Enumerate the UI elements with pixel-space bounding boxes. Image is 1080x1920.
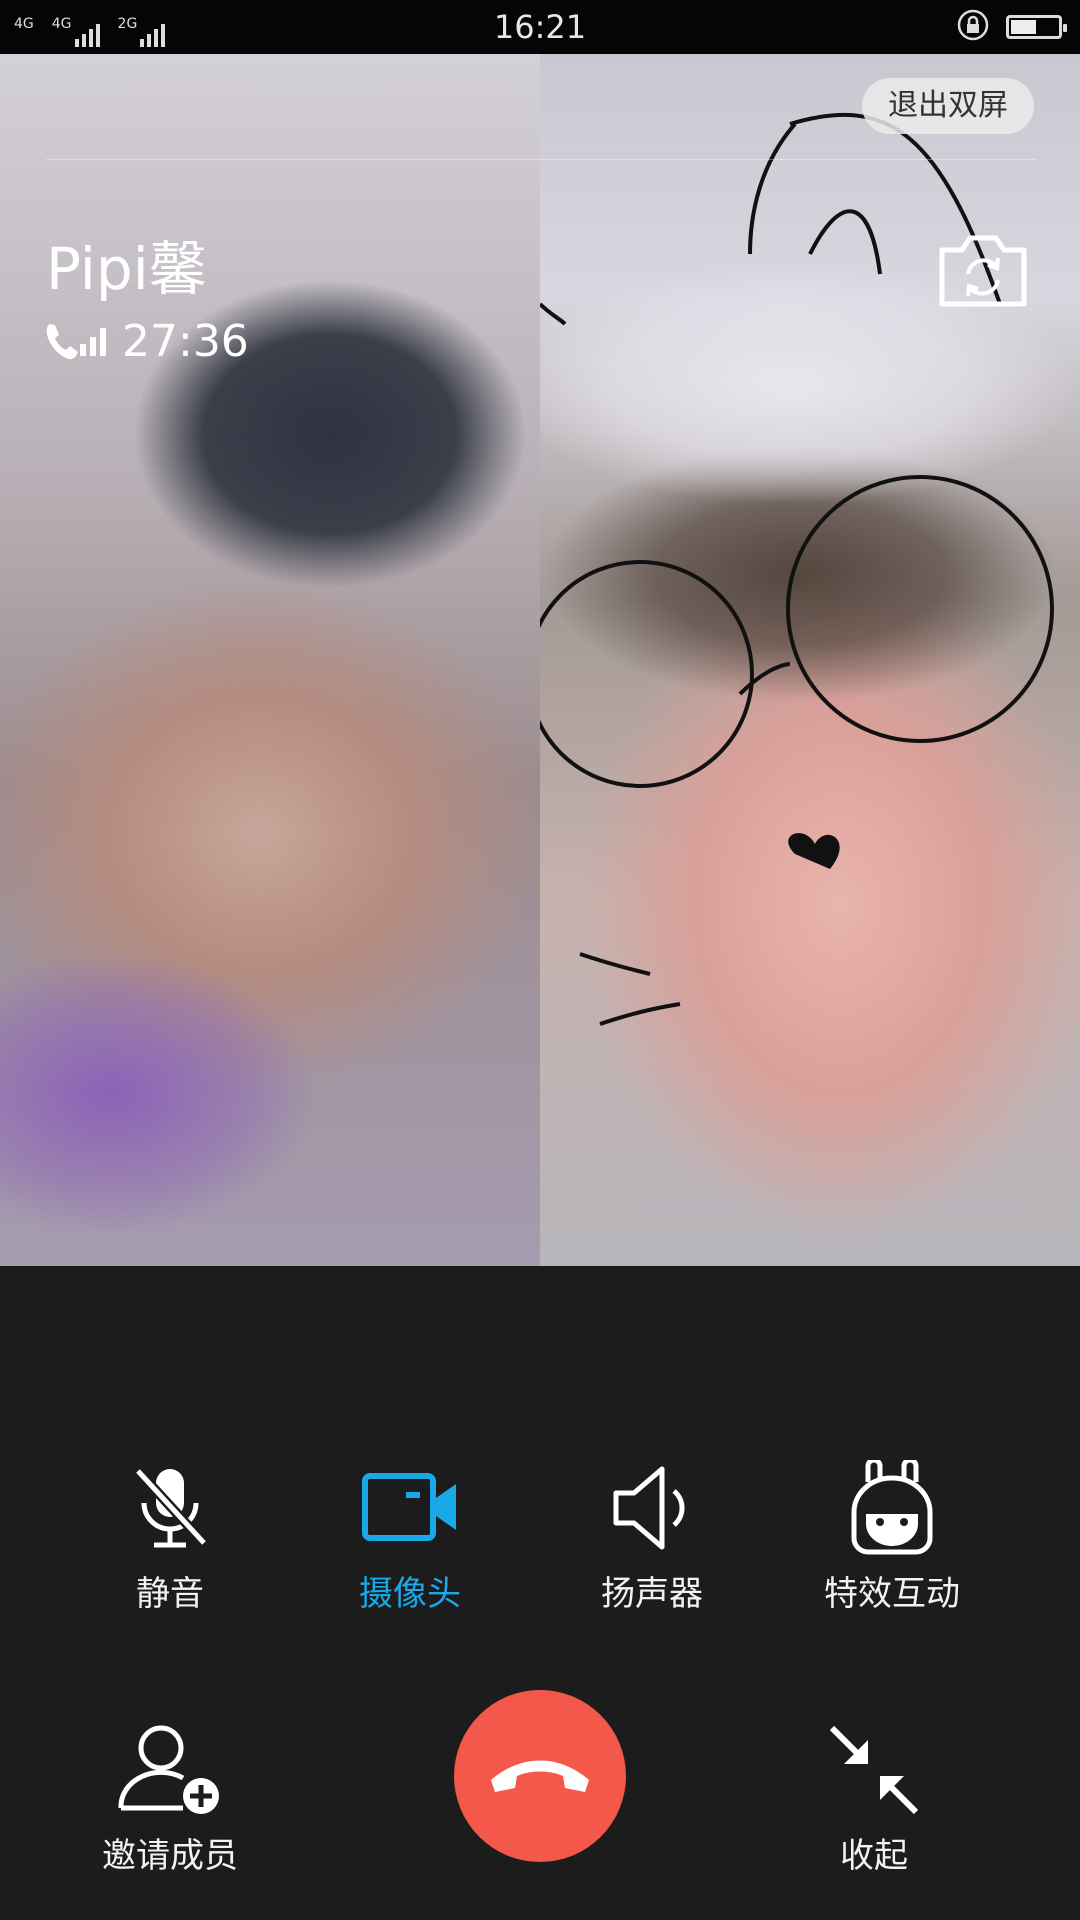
speaker-button[interactable]: 扬声器 [554,1460,750,1615]
mute-button[interactable]: 静音 [72,1460,268,1615]
speaker-label: 扬声器 [601,1574,703,1614]
collapse-icon [776,1722,972,1818]
battery-icon [1006,15,1067,39]
video-camera-icon [312,1460,508,1556]
camera-label: 摄像头 [359,1574,461,1614]
hangup-icon [485,1750,595,1802]
call-signal-icon [44,320,110,364]
invite-member-icon [72,1722,268,1818]
call-status: 27:36 [44,316,249,367]
caller-name: Pipi馨 [46,235,207,303]
collapse-button[interactable]: 收起 [776,1722,972,1877]
invite-member-button[interactable]: 邀请成员 [72,1722,268,1877]
effects-label: 特效互动 [824,1574,960,1614]
call-duration: 27:36 [122,316,249,367]
clock: 16:21 [493,8,587,46]
exit-dual-screen-button[interactable]: 退出双屏 [862,78,1034,134]
collapse-label: 收起 [840,1836,908,1876]
speaker-icon [554,1460,750,1556]
hangup-button[interactable] [454,1690,626,1862]
camera-switch-icon[interactable] [936,230,1030,310]
camera-button[interactable]: 摄像头 [312,1460,508,1615]
header-divider [46,159,1036,160]
video-area: 退出双屏 Pipi馨 27:36 [0,54,1080,1266]
status-bar: 4G 4G 2G 16:21 [0,0,1080,54]
mute-label: 静音 [136,1574,204,1614]
effects-icon [794,1460,990,1556]
invite-member-label: 邀请成员 [102,1836,238,1876]
effects-button[interactable]: 特效互动 [794,1460,990,1615]
mic-off-icon [72,1460,268,1556]
